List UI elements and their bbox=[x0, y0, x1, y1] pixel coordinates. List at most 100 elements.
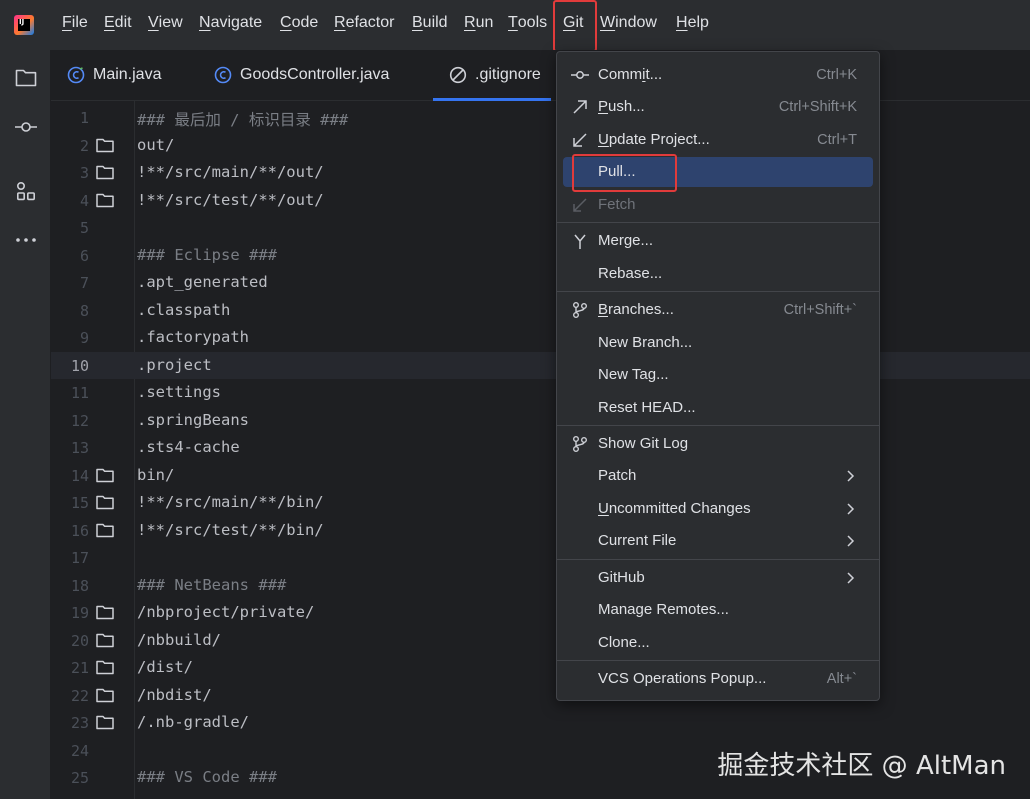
git-menu-item-current-file[interactable]: Current File bbox=[563, 526, 873, 556]
git-menu-item-new-branch[interactable]: New Branch... bbox=[563, 328, 873, 358]
code-text: .apt_generated bbox=[137, 273, 268, 291]
tab-gitignore[interactable]: .gitignore bbox=[433, 50, 551, 101]
label-part: Reset HEAD... bbox=[598, 399, 696, 416]
git-menu-item-show-git-log[interactable]: Show Git Log bbox=[563, 429, 873, 459]
editor-line[interactable]: 21/dist/ bbox=[51, 654, 1030, 682]
menu-mnemonic: C bbox=[280, 14, 292, 31]
structure-icon[interactable] bbox=[14, 180, 38, 204]
line-number: 2 bbox=[79, 136, 89, 155]
editor-line[interactable]: 23 /.nb-gradle/ bbox=[51, 709, 1030, 737]
git-menu-item-branches[interactable]: Branches... Ctrl+Shift+` bbox=[563, 295, 873, 325]
java-class-icon bbox=[214, 66, 232, 84]
git-menu-item-patch[interactable]: Patch bbox=[563, 461, 873, 491]
line-number: 14 bbox=[70, 466, 89, 485]
editor-line[interactable]: 3 !**/src/main/**/out/ bbox=[51, 159, 1030, 187]
line-number: 12 bbox=[70, 411, 89, 430]
menu-mnemonic: W bbox=[600, 14, 616, 31]
label-part: Rebase... bbox=[598, 265, 663, 282]
editor-line[interactable]: 5 bbox=[51, 214, 1030, 242]
editor-line[interactable]: 20/nbbuild/ bbox=[51, 627, 1030, 655]
folder-icon bbox=[96, 605, 114, 620]
menu-edit[interactable]: Edit bbox=[104, 14, 132, 32]
menu-window[interactable]: Window bbox=[600, 14, 657, 32]
menu-separator bbox=[557, 291, 879, 292]
editor-line[interactable]: 11 .settings bbox=[51, 379, 1030, 407]
editor-line[interactable]: 12 .springBeans bbox=[51, 407, 1030, 435]
tab-label: .gitignore bbox=[475, 66, 541, 83]
menu-label-rest: un bbox=[475, 14, 494, 31]
git-menu-item-manage-remotes[interactable]: Manage Remotes... bbox=[563, 595, 873, 625]
git-menu-item-rebase[interactable]: Rebase... bbox=[563, 259, 873, 289]
menu-item-label: Branches... bbox=[598, 301, 674, 318]
git-menu-item-push[interactable]: Push... Ctrl+Shift+K bbox=[563, 92, 873, 122]
editor-line[interactable]: 8 .classpath bbox=[51, 297, 1030, 325]
git-menu-item-reset-head[interactable]: Reset HEAD... bbox=[563, 393, 873, 423]
editor-line[interactable]: 17 bbox=[51, 544, 1030, 572]
code-text: ### VS Code ### bbox=[137, 768, 277, 786]
folder-icon bbox=[96, 688, 114, 703]
menu-build[interactable]: Build bbox=[412, 14, 448, 32]
editor-line[interactable]: 1 ### 最后加 / 标识目录 ### bbox=[51, 104, 1030, 132]
menu-view[interactable]: View bbox=[148, 14, 183, 32]
git-menu-item-github[interactable]: GitHub bbox=[563, 563, 873, 593]
editor-line[interactable]: 2 out/ bbox=[51, 132, 1030, 160]
git-menu-item-update-project[interactable]: Update Project... Ctrl+T bbox=[563, 125, 873, 155]
shortcut-label: Ctrl+Shift+` bbox=[783, 302, 857, 318]
menu-mnemonic: R bbox=[334, 14, 346, 31]
project-folder-icon[interactable] bbox=[14, 65, 38, 89]
menu-label-rest: ools bbox=[517, 14, 548, 31]
menu-mnemonic: N bbox=[199, 14, 211, 31]
line-number: 5 bbox=[79, 219, 89, 237]
menu-file[interactable]: File bbox=[62, 14, 88, 32]
editor-line[interactable]: 15 !**/src/main/**/bin/ bbox=[51, 489, 1030, 517]
git-log-icon bbox=[573, 436, 587, 452]
editor-line[interactable]: 4 !**/src/test/**/out/ bbox=[51, 187, 1030, 215]
menu-navigate[interactable]: Navigate bbox=[199, 14, 262, 32]
editor-line[interactable]: 9 .factorypath bbox=[51, 324, 1030, 352]
menu-item-label: Manage Remotes... bbox=[598, 601, 729, 618]
editor-line[interactable]: 7 .apt_generated bbox=[51, 269, 1030, 297]
menu-label-rest: indow bbox=[615, 14, 657, 31]
git-menu-item-vcs-operations-popup[interactable]: VCS Operations Popup... Alt+` bbox=[563, 664, 873, 694]
commit-tool-icon[interactable] bbox=[14, 115, 38, 139]
editor-line[interactable]: 13 .sts4-cache bbox=[51, 434, 1030, 462]
editor-line[interactable]: 18 ### NetBeans ### bbox=[51, 572, 1030, 600]
editor-line[interactable]: 19/nbproject/private/ bbox=[51, 599, 1030, 627]
git-menu-item-commit[interactable]: Commit... Ctrl+K bbox=[563, 60, 873, 90]
git-menu-popup: Commit... Ctrl+K Push... Ctrl+Shift+K Update… bbox=[556, 51, 880, 701]
editor-line[interactable]: 22/nbdist/ bbox=[51, 682, 1030, 710]
label-part: Patch bbox=[598, 467, 637, 484]
code-text: out/ bbox=[137, 135, 175, 154]
code-text: !**/src/main/**/out/ bbox=[137, 163, 324, 181]
menu-help[interactable]: Help bbox=[676, 14, 709, 32]
push-icon bbox=[573, 100, 587, 114]
tab-main-java[interactable]: Main.java bbox=[67, 50, 161, 100]
more-tools-icon[interactable] bbox=[14, 228, 38, 252]
code-text: /dist/ bbox=[137, 658, 193, 676]
git-menu-item-clone[interactable]: Clone... bbox=[563, 628, 873, 658]
line-number: 19 bbox=[70, 604, 89, 622]
editor-line[interactable]: 16 !**/src/test/**/bin/ bbox=[51, 517, 1030, 545]
menu-tools[interactable]: Tools bbox=[508, 14, 547, 32]
menu-run[interactable]: Run bbox=[464, 14, 493, 32]
git-menu-item-uncommitted-changes[interactable]: Uncommitted Changes bbox=[563, 494, 873, 524]
menu-label-rest: efactor bbox=[345, 14, 395, 31]
commit-icon bbox=[571, 71, 589, 79]
menu-refactor[interactable]: Refactor bbox=[334, 14, 394, 32]
line-number: 21 bbox=[70, 659, 89, 677]
git-menu-item-new-tag[interactable]: New Tag... bbox=[563, 360, 873, 390]
tab-label: GoodsController.java bbox=[240, 66, 390, 83]
tab-label: Main.java bbox=[93, 66, 162, 83]
menu-item-label: Merge... bbox=[598, 232, 653, 249]
editor-line[interactable]: 14 bin/ bbox=[51, 462, 1030, 490]
menu-label-rest: dit bbox=[114, 14, 132, 31]
editor-line[interactable]: 10 .project bbox=[51, 351, 1030, 379]
menu-code[interactable]: Code bbox=[280, 14, 318, 32]
git-menu-item-merge[interactable]: Merge... bbox=[563, 226, 873, 256]
menu-mnemonic: E bbox=[104, 14, 115, 31]
label-mnemonic: P bbox=[598, 98, 609, 115]
intellij-logo-icon[interactable]: IJ bbox=[14, 15, 34, 35]
line-number: 8 bbox=[79, 301, 89, 320]
editor-line[interactable]: 6 ### Eclipse ### bbox=[51, 242, 1030, 270]
tab-goods-controller-java[interactable]: GoodsController.java bbox=[214, 50, 389, 100]
